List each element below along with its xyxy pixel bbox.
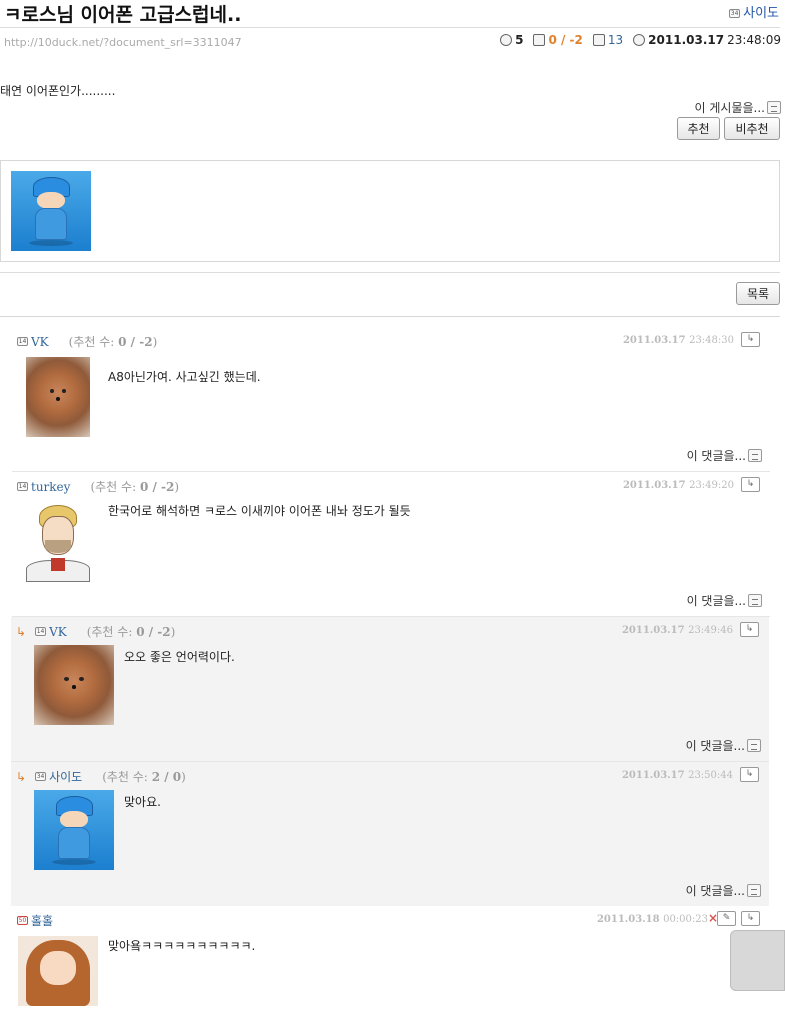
member-level-icon: 14: [17, 482, 28, 491]
comment-count: 5: [500, 33, 523, 47]
comment-actions-menu[interactable]: 이 댓글을...: [686, 737, 761, 754]
comment-text: 한국어로 해석하면 ㅋ로스 이새끼야 이어폰 내놔 정도가 될듯: [108, 504, 411, 518]
comment-author[interactable]: turkey: [31, 480, 70, 494]
list-button[interactable]: 목록: [736, 282, 780, 305]
avatar: [26, 357, 90, 437]
post-date: 2011.03.17: [648, 33, 725, 47]
document-icon: [592, 34, 605, 46]
menu-icon[interactable]: [748, 449, 762, 462]
comment-item: 14 VK (추천 수: 0 / -2) 2011.03.17 23:48:30…: [12, 327, 770, 472]
post-title: ㅋ로스님 이어폰 고급스럽네..: [4, 4, 242, 26]
recommend-button[interactable]: 추천: [677, 117, 720, 140]
comment-date: 2011.03.18 00:00:23: [596, 914, 708, 925]
comment-date: 2011.03.17 23:49:20: [622, 480, 734, 491]
comment-item: 14 turkey (추천 수: 0 / -2) 2011.03.17 23:4…: [12, 472, 770, 617]
scrollbar-thumb[interactable]: [730, 930, 785, 991]
comment-actions-menu[interactable]: 이 댓글을...: [687, 592, 762, 609]
comment-reply-item: ↳ 14 VK (추천 수: 0 / -2) 2011.03.17 23:49:…: [11, 617, 769, 762]
comment-votes: (추천 수: 0 / -2): [68, 335, 158, 349]
reply-arrow-icon: ↳: [16, 624, 27, 639]
author-signature: [0, 160, 780, 262]
comment-author[interactable]: VK: [49, 625, 67, 639]
avatar: [34, 790, 114, 870]
reply-arrow-icon[interactable]: ↳: [741, 477, 760, 492]
comment-text: 오오 좋은 언어력이다.: [124, 650, 235, 664]
member-level-icon: 50: [17, 916, 28, 925]
comment-reply-item: ↳ 34 사이도 (추천 수: 2 / 0) 2011.03.17 23:50:…: [11, 762, 769, 906]
signature-image: [11, 171, 91, 251]
member-level-icon: 14: [35, 627, 47, 636]
comment-header: 14 turkey (추천 수: 0 / -2): [17, 478, 179, 495]
post-actions-label[interactable]: 이 게시물을...: [695, 99, 765, 116]
view-count-value: 13: [607, 33, 624, 47]
comment-votes: (추천 수: 0 / -2): [86, 625, 176, 639]
comment-header: 14 VK (추천 수: 0 / -2): [17, 333, 157, 350]
comment-list: 14 VK (추천 수: 0 / -2) 2011.03.17 23:48:30…: [0, 316, 780, 1016]
menu-icon[interactable]: [748, 594, 762, 607]
clock-icon: [633, 34, 646, 46]
post-datetime: 2011.03.17 23:48:09: [633, 33, 781, 47]
comment-author[interactable]: VK: [31, 335, 49, 349]
comment-header: 50 홀홀: [17, 912, 53, 929]
view-count: 13: [592, 33, 624, 47]
comment-text: A8아닌가여. 사고싶긴 했는데.: [108, 370, 261, 384]
menu-icon[interactable]: [747, 739, 761, 752]
avatar: [18, 936, 98, 1006]
post-author-name[interactable]: 사이도: [743, 6, 779, 21]
reply-arrow-icon: ↳: [16, 769, 27, 784]
comment-actions-menu[interactable]: 이 댓글을...: [686, 882, 761, 899]
avatar: [34, 645, 114, 725]
reply-arrow-icon[interactable]: ↳: [741, 332, 760, 347]
vote-icon: [533, 34, 546, 46]
comment-header: ↳ 14 VK (추천 수: 0 / -2): [16, 623, 175, 640]
not-recommend-button[interactable]: 비추천: [724, 117, 780, 140]
avatar: [22, 502, 94, 582]
member-level-icon: 34: [35, 772, 47, 781]
comment-actions-menu[interactable]: 이 댓글을...: [687, 447, 762, 464]
vote-count: 0 / -2: [533, 33, 583, 47]
divider: [0, 27, 780, 28]
comment-text: 맞아욬ㅋㅋㅋㅋㅋㅋㅋㅋㅋㅋ.: [108, 939, 256, 953]
menu-icon[interactable]: [747, 884, 761, 897]
comment-item: 50 홀홀 2011.03.18 00:00:23 × ✎ ↳ 맞아욬ㅋㅋㅋㅋㅋ…: [12, 906, 770, 1006]
comment-count-value: 5: [515, 33, 524, 47]
comment-text: 맞아요.: [124, 795, 161, 809]
reply-arrow-icon[interactable]: ↳: [740, 622, 759, 637]
comment-date: 2011.03.17 23:49:46: [621, 625, 733, 636]
member-level-icon: 14: [17, 337, 28, 346]
menu-icon[interactable]: [767, 101, 781, 114]
post-meta: 5 0 / -2 13 2011.03.17 23:48:09: [500, 33, 781, 47]
post-body: 태연 이어폰인가.........: [0, 84, 116, 98]
member-level-icon: 34: [729, 9, 741, 18]
vote-count-value: 0 / -2: [548, 33, 583, 47]
post-actions-menu[interactable]: 이 게시물을...: [695, 99, 781, 116]
comment-votes: (추천 수: 2 / 0): [102, 770, 186, 784]
post-url[interactable]: http://10duck.net/?document_srl=3311047: [4, 36, 242, 49]
comment-votes: (추천 수: 0 / -2): [90, 480, 180, 494]
post-time: 23:48:09: [727, 33, 781, 47]
eraser-icon[interactable]: ✎: [717, 911, 736, 926]
comment-author[interactable]: 홀홀: [31, 912, 53, 929]
divider: [0, 272, 780, 273]
post-author[interactable]: 34 사이도: [729, 2, 779, 21]
comment-date: 2011.03.17 23:50:44: [621, 770, 733, 781]
comment-header: ↳ 34 사이도 (추천 수: 2 / 0): [16, 768, 186, 785]
speech-bubble-icon: [500, 34, 513, 46]
comment-date: 2011.03.17 23:48:30: [622, 335, 734, 346]
reply-arrow-icon[interactable]: ↳: [740, 767, 759, 782]
comment-author[interactable]: 사이도: [49, 768, 82, 785]
reply-arrow-icon[interactable]: ↳: [741, 911, 760, 926]
